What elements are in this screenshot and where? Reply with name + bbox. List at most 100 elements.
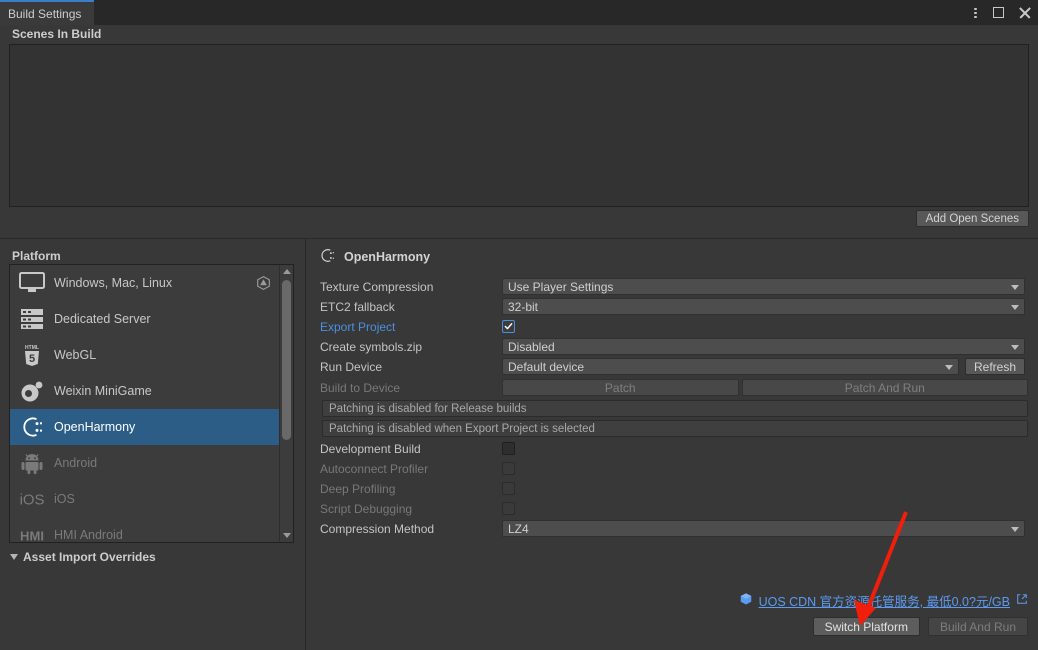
etc2-fallback-row: ETC2 fallback 32-bit (320, 298, 1028, 315)
development-build-row: Development Build (320, 440, 1028, 457)
refresh-button[interactable]: Refresh (965, 358, 1026, 375)
svg-text:HMI: HMI (20, 529, 44, 543)
dropdown-arrow-icon (1011, 526, 1019, 532)
switch-platform-button[interactable]: Switch Platform (812, 617, 920, 636)
scrollbar-thumb[interactable] (282, 280, 291, 440)
android-icon (18, 449, 46, 477)
platform-item-ios[interactable]: iOS iOS (10, 481, 293, 517)
kebab-menu-icon[interactable] (968, 6, 982, 20)
platform-section-label: Platform (12, 249, 61, 263)
autoconnect-profiler-checkbox[interactable] (502, 462, 515, 475)
platform-item-weixin-minigame[interactable]: Weixin MiniGame (10, 373, 293, 409)
compression-method-dropdown[interactable]: LZ4 (502, 520, 1025, 537)
compression-method-value: LZ4 (508, 521, 529, 536)
asset-import-overrides-header[interactable]: Asset Import Overrides (10, 550, 156, 564)
external-link-icon[interactable] (1016, 593, 1028, 608)
build-to-device-row: Build to Device Patch Patch And Run (320, 379, 1028, 396)
cdn-promo-row: UOS CDN 官方资源托管服务, 最低0.0?元/GB (739, 591, 1028, 610)
dropdown-arrow-icon (1011, 284, 1019, 290)
create-symbols-zip-row: Create symbols.zip Disabled (320, 338, 1028, 355)
maximize-icon[interactable] (993, 6, 1007, 20)
platform-list[interactable]: Windows, Mac, Linux Dedicated Server HTML 5… (9, 264, 294, 543)
compression-method-label: Compression Method (320, 521, 435, 536)
server-icon (18, 305, 46, 333)
build-action-buttons: Switch Platform Build And Run (812, 617, 1028, 636)
monitor-icon (18, 269, 46, 297)
platform-item-android[interactable]: Android (10, 445, 293, 481)
scroll-down-arrow-icon[interactable] (283, 533, 291, 538)
settings-header-title: OpenHarmony (344, 250, 431, 264)
settings-header: OpenHarmony (320, 248, 430, 266)
platform-item-label: HMI Android (54, 528, 123, 542)
platform-settings-panel: OpenHarmony Texture Compression Use Play… (307, 239, 1038, 650)
platform-item-label: Android (54, 456, 98, 470)
asset-import-overrides-label: Asset Import Overrides (23, 550, 156, 564)
texture-compression-dropdown[interactable]: Use Player Settings (502, 278, 1025, 295)
script-debugging-row: Script Debugging (320, 500, 1028, 517)
export-project-checkbox[interactable] (502, 320, 515, 333)
info-message-release-builds: Patching is disabled for Release builds (322, 400, 1028, 417)
deep-profiling-checkbox[interactable] (502, 482, 515, 495)
dropdown-arrow-icon (1011, 344, 1019, 350)
platform-item-label: OpenHarmony (54, 420, 136, 434)
cdn-link[interactable]: UOS CDN 官方资源托管服务, 最低0.0?元/GB (759, 591, 1010, 610)
chevron-down-icon (10, 554, 18, 560)
export-project-label: Export Project (320, 319, 396, 334)
platform-item-label: iOS (54, 492, 75, 506)
cdn-box-icon (739, 592, 753, 609)
tab-build-settings[interactable]: Build Settings (0, 0, 94, 25)
autoconnect-profiler-label: Autoconnect Profiler (320, 461, 429, 476)
platform-item-hmi-android[interactable]: HMI HMI Android (10, 517, 293, 543)
info-message-export-project: Patching is disabled when Export Project… (322, 420, 1028, 437)
platform-item-label: Weixin MiniGame (54, 384, 152, 398)
platform-item-label: Dedicated Server (54, 312, 151, 326)
etc2-fallback-value: 32-bit (508, 299, 539, 314)
platform-item-webgl[interactable]: HTML 5 WebGL (10, 337, 293, 373)
script-debugging-label: Script Debugging (320, 501, 413, 516)
add-open-scenes-button[interactable]: Add Open Scenes (915, 210, 1029, 227)
build-settings-window: Build Settings Scenes In Build Add Open … (0, 0, 1038, 650)
platform-column: Platform Windows, Mac, Linux Dedicated Se… (0, 239, 306, 650)
ios-icon: iOS (18, 485, 46, 513)
texture-compression-value: Use Player Settings (508, 279, 614, 294)
deep-profiling-label: Deep Profiling (320, 481, 396, 496)
platform-item-label: Windows, Mac, Linux (54, 276, 173, 290)
checkmark-icon (504, 323, 513, 330)
create-symbols-zip-label: Create symbols.zip (320, 339, 423, 354)
html5-icon: HTML 5 (18, 341, 46, 369)
compression-method-row: Compression Method LZ4 (320, 520, 1028, 537)
platform-list-scrollbar[interactable] (279, 265, 293, 542)
etc2-fallback-label: ETC2 fallback (320, 299, 395, 314)
title-bar: Build Settings (0, 0, 1038, 25)
patch-button[interactable]: Patch (502, 379, 739, 396)
svg-text:5: 5 (29, 353, 35, 365)
texture-compression-label: Texture Compression (320, 279, 434, 294)
openharmony-icon (18, 413, 46, 441)
development-build-checkbox[interactable] (502, 442, 515, 455)
build-and-run-button[interactable]: Build And Run (927, 617, 1028, 636)
script-debugging-checkbox[interactable] (502, 502, 515, 515)
development-build-label: Development Build (320, 441, 421, 456)
deep-profiling-row: Deep Profiling (320, 480, 1028, 497)
export-project-row: Export Project (320, 318, 1028, 335)
etc2-fallback-dropdown[interactable]: 32-bit (502, 298, 1025, 315)
platform-item-windows-mac-linux[interactable]: Windows, Mac, Linux (10, 265, 293, 301)
platform-item-openharmony[interactable]: OpenHarmony (10, 409, 293, 445)
run-device-value: Default device (508, 359, 585, 374)
create-symbols-zip-value: Disabled (508, 339, 555, 354)
scenes-in-build-label: Scenes In Build (12, 27, 102, 41)
window-controls (968, 0, 1032, 25)
autoconnect-profiler-row: Autoconnect Profiler (320, 460, 1028, 477)
dropdown-arrow-icon (1011, 304, 1019, 310)
scroll-up-arrow-icon[interactable] (283, 269, 291, 274)
texture-compression-row: Texture Compression Use Player Settings (320, 278, 1028, 295)
run-device-dropdown[interactable]: Default device (502, 358, 959, 375)
close-icon[interactable] (1018, 6, 1032, 20)
platform-item-dedicated-server[interactable]: Dedicated Server (10, 301, 293, 337)
build-to-device-label: Build to Device (320, 380, 401, 395)
run-device-label: Run Device (320, 359, 383, 374)
scenes-in-build-list[interactable] (9, 44, 1029, 207)
patch-and-run-button[interactable]: Patch And Run (741, 379, 1028, 396)
create-symbols-zip-dropdown[interactable]: Disabled (502, 338, 1025, 355)
tab-label: Build Settings (8, 6, 82, 21)
